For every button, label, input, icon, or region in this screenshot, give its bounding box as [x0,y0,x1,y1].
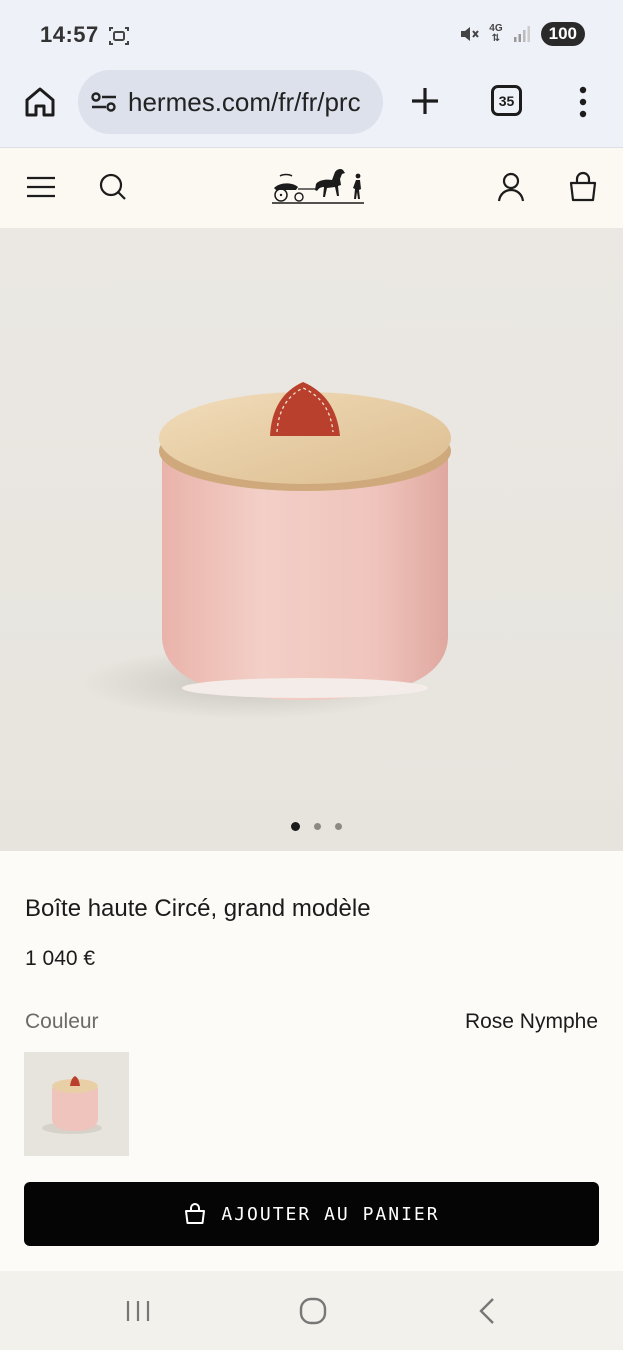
search-icon[interactable] [96,170,130,204]
add-to-cart-label: AJOUTER AU PANIER [221,1203,440,1225]
status-bar: 14:57 4G ⇅ 100 [0,0,623,62]
screenshot-icon [109,27,129,45]
url-text[interactable]: hermes.com/fr/fr/prc [128,87,361,118]
new-tab-icon[interactable] [408,84,442,118]
shopping-bag-icon[interactable] [566,170,600,204]
network-type: 4G ⇅ [489,23,503,44]
product-photo [80,382,451,719]
more-menu-icon[interactable] [573,84,593,120]
browser-toolbar: hermes.com/fr/fr/prc 35 [0,62,623,148]
product-info: Boîte haute Circé, grand modèle 1 040 € … [0,851,623,1271]
gallery-pagination[interactable] [0,822,623,831]
back-icon[interactable] [472,1295,504,1327]
tab-switcher-button[interactable]: 35 [491,85,522,116]
menu-icon[interactable] [24,170,58,204]
battery-indicator: 100 [540,22,585,46]
color-swatch[interactable] [24,1052,129,1156]
status-indicators: 4G ⇅ 100 [459,22,585,46]
swatch-thumbnail [42,1076,102,1134]
status-time: 14:57 [40,22,99,47]
hermes-logo[interactable] [268,158,368,206]
shopping-bag-icon [185,1203,206,1224]
account-icon[interactable] [494,170,528,204]
address-bar[interactable]: hermes.com/fr/fr/prc [78,70,383,134]
home-nav-icon[interactable] [297,1295,329,1327]
site-info-icon[interactable] [90,90,118,114]
system-nav-bar [0,1271,623,1350]
gallery-dot-2[interactable] [314,823,321,830]
product-title: Boîte haute Circé, grand modèle [25,895,371,922]
gallery-dot-1[interactable] [291,822,300,831]
home-icon[interactable] [22,84,58,120]
mute-icon [461,27,480,41]
color-value: Rose Nymphe [464,1010,598,1033]
add-to-cart-button[interactable]: AJOUTER AU PANIER [24,1182,599,1246]
color-label: Couleur [25,1010,99,1033]
signal-icon [513,26,530,42]
gallery-dot-3[interactable] [335,823,342,830]
product-price: 1 040 € [25,947,96,970]
recent-apps-icon[interactable] [122,1295,154,1327]
product-image[interactable] [0,228,623,851]
